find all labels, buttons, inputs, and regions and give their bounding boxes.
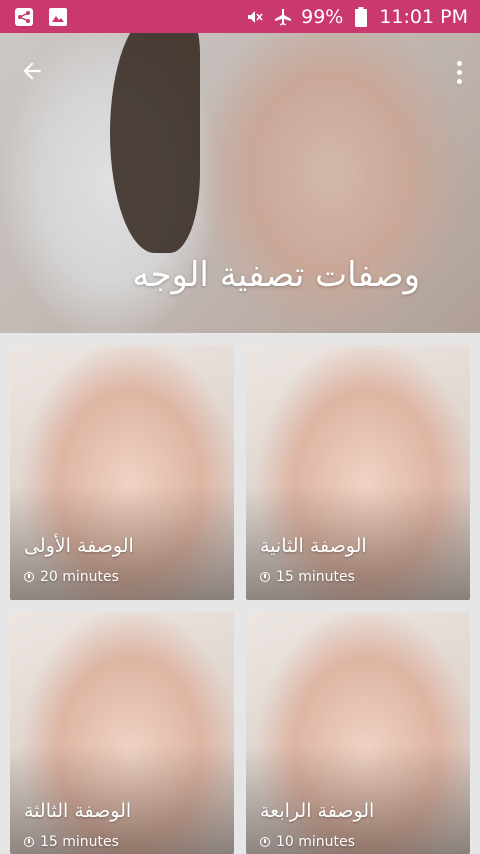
recipe-card[interactable]: الوصفة الثالثة 15 minutes	[10, 612, 234, 854]
recipe-title: الوصفة الرابعة	[260, 800, 375, 822]
clock-icon	[24, 572, 34, 582]
more-vert-dot	[456, 69, 462, 75]
recipe-duration: 15 minutes	[260, 569, 355, 585]
recipe-duration: 10 minutes	[260, 834, 355, 850]
battery-icon	[351, 6, 371, 27]
duration-text: 20 minutes	[40, 569, 119, 585]
recipe-title: الوصفة الثالثة	[24, 800, 132, 822]
image-icon	[48, 7, 68, 27]
battery-percent: 99%	[301, 5, 344, 28]
header-banner: وصفات تصفية الوجه	[0, 33, 480, 333]
recipe-card[interactable]: الوصفة الرابعة 10 minutes	[246, 612, 470, 854]
recipe-title: الوصفة الأولى	[24, 535, 134, 557]
airplane-icon	[273, 7, 293, 27]
duration-text: 15 minutes	[276, 569, 355, 585]
clock-icon	[260, 572, 270, 582]
duration-text: 10 minutes	[276, 834, 355, 850]
more-vert-icon	[456, 60, 462, 66]
status-bar: 99% 11:01 PM	[0, 0, 480, 33]
mute-icon	[245, 7, 265, 27]
more-vert-dot	[456, 78, 462, 84]
clock-icon	[24, 837, 34, 847]
clock-icon	[260, 837, 270, 847]
recipe-card[interactable]: الوصفة الأولى 20 minutes	[10, 345, 234, 600]
card-overlay	[246, 345, 470, 600]
more-options-button[interactable]	[454, 55, 464, 89]
recipe-duration: 20 minutes	[24, 569, 119, 585]
duration-text: 15 minutes	[40, 834, 119, 850]
arrow-back-icon	[23, 62, 41, 80]
recipe-duration: 15 minutes	[24, 834, 119, 850]
page-title: وصفات تصفية الوجه	[132, 255, 420, 295]
back-button[interactable]	[14, 53, 50, 89]
recipe-title: الوصفة الثانية	[260, 535, 367, 557]
card-overlay	[10, 345, 234, 600]
share-icon	[14, 7, 34, 27]
clock-time: 11:01 PM	[379, 5, 468, 28]
recipe-card[interactable]: الوصفة الثانية 15 minutes	[246, 345, 470, 600]
